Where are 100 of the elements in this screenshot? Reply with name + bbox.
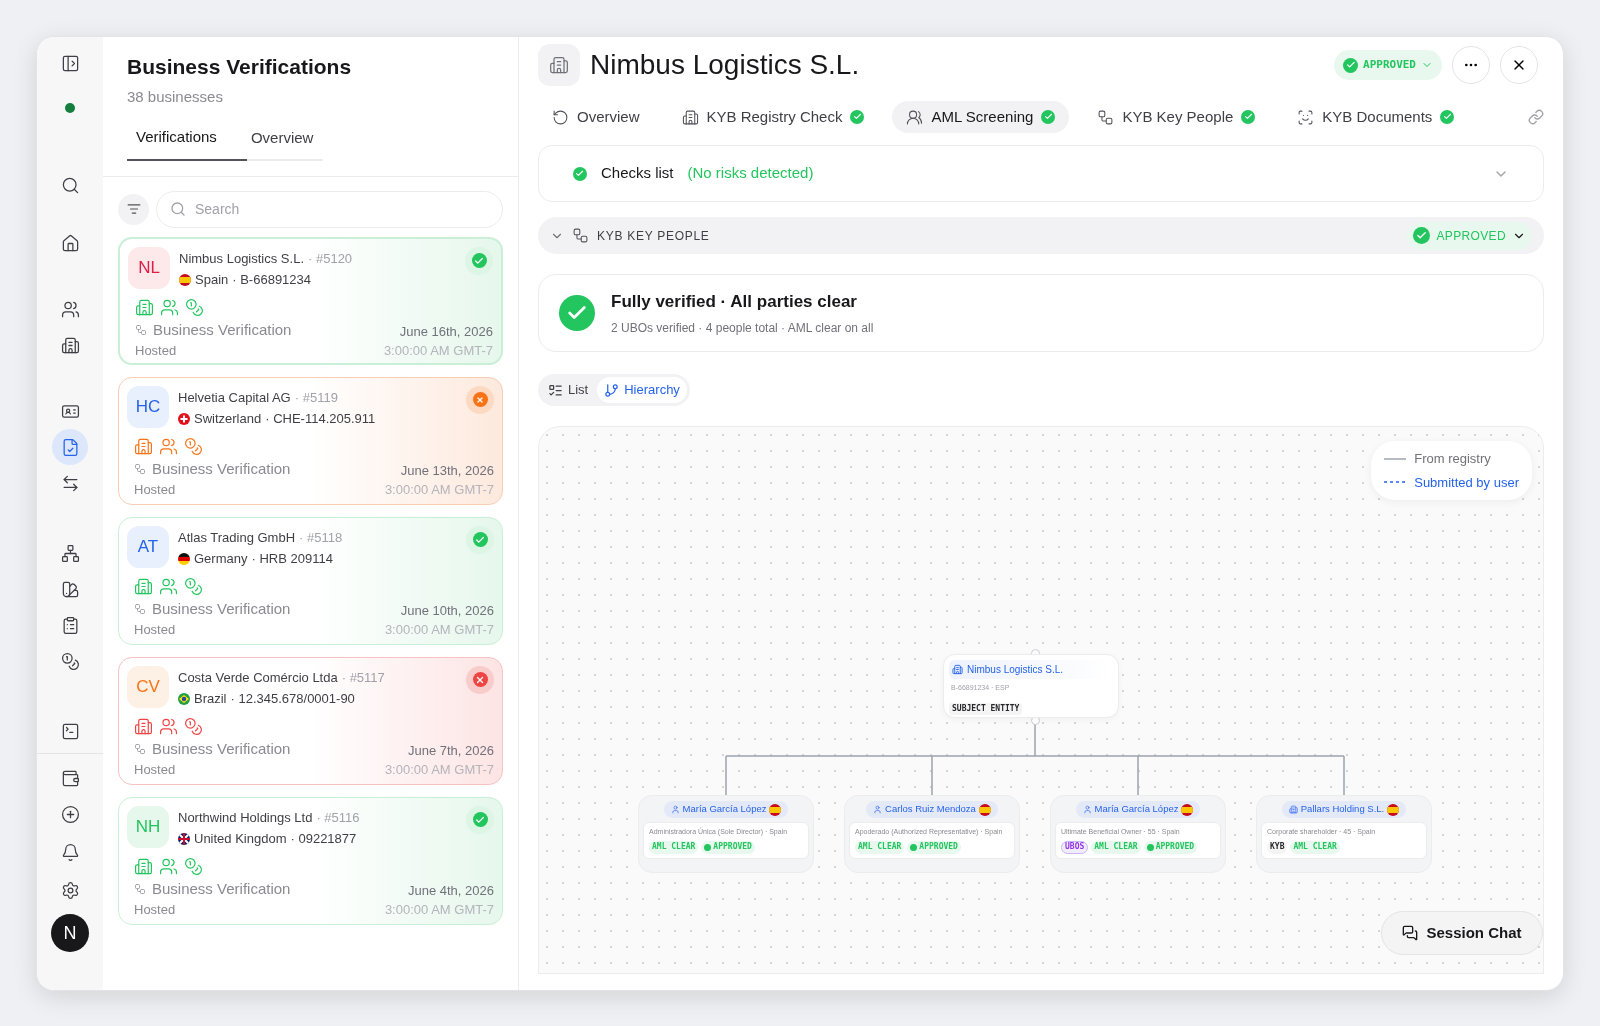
people-icon [159,436,178,456]
case-number: · #5116 [316,808,360,827]
wallet-icon [60,768,80,788]
coins-icon [184,576,203,596]
list-icon [548,382,563,398]
flag-icon [179,273,191,286]
search-icon [170,200,186,217]
verification-time: 3:00:00 AM GMT-7 [383,342,493,360]
verification-date: June 13th, 2026 [400,461,494,480]
building-icon [134,856,153,876]
view-toggle[interactable]: Hierarchy [597,377,687,403]
legend-label: Submitted by user [1414,473,1519,492]
link-icon[interactable] [1528,109,1544,125]
check-icon [704,843,712,851]
person-icon [873,805,883,814]
verification-type: Business Verification [153,319,292,340]
view-toggle[interactable]: List [541,377,596,403]
node-title: María García López [1094,802,1179,817]
flag-icon [178,832,190,845]
verification-card[interactable]: NH Northwind Holdings Ltd · #5116 United Kingdom · 09221877 Business Verification Hosted June 4th, 2026 3:00:00 AM GMT-7 [118,796,503,925]
refresh-icon [552,108,569,126]
list-tab[interactable]: Overview [246,126,318,161]
verification-date: June 4th, 2026 [407,881,494,900]
verification-time: 3:00:00 AM GMT-7 [384,481,494,499]
detail-tab[interactable]: KYB Documents [1283,101,1469,133]
dashed-line-icon [1384,480,1407,485]
hierarchy-icon [60,543,80,563]
coins-icon [184,856,203,876]
flag-icon [178,552,190,565]
verification-card[interactable]: NL Nimbus Logistics S.L. · #5120 Spain · B-66891234 Business Verification Hosted June 16th, 2026 3:00:00 AM GMT-7 [118,236,503,365]
coins-icon [60,651,80,671]
verification-card[interactable]: HC Helvetia Capital AG · #5119 Switzerland · CHE-114.205.911 Business Verification Hosted June 13th, 2026 3:00:00 AM GMT-7 [118,376,503,505]
checks-list-label: Checks list [601,163,674,184]
verification-time: 3:00:00 AM GMT-7 [384,901,494,919]
checks-list-panel[interactable]: Checks list (No risks detected) [538,145,1544,202]
summary-title: Fully verified · All parties clear [611,290,858,313]
status-tag: AML CLEAR [649,840,699,854]
person-icon [1082,805,1092,814]
country-label: Germany [194,550,248,568]
detail-tab[interactable]: KYB Registry Check [667,101,879,133]
section-header[interactable]: KYB KEY PEOPLE APPROVED [538,217,1544,254]
detail-title: Nimbus Logistics S.L. [590,48,860,82]
verification-time: 3:00:00 AM GMT-7 [384,761,494,779]
nav-button[interactable] [52,429,88,465]
search-icon [60,175,80,195]
coins-icon [184,716,203,736]
node-title: Carlos Ruiz Mendoza [885,802,976,817]
user-avatar[interactable]: N [51,914,89,952]
session-chat-button[interactable]: Session Chat [1381,911,1543,955]
search-field[interactable]: Search [156,190,503,228]
page-title: Business Verifications [127,54,353,80]
detail-tab[interactable]: AML Screening [892,101,1070,133]
country-label: Brazil [194,690,227,708]
page-subtitle: 38 businesses [127,86,224,107]
registration-number: · B-66891234 [232,271,312,289]
registration-number: · 12.345.678/0001-90 [230,690,355,708]
flag-icon [178,692,190,705]
list-tab[interactable]: Verifications [127,126,247,161]
checks-status-note: (No risks detected) [687,163,814,184]
verification-card[interactable]: AT Atlas Trading GmbH · #5118 Germany · HRB 209114 Business Verification Hosted June 10th, 2026 3:00:00 AM GMT-7 [118,516,503,645]
swatch-icon [60,579,80,599]
company-name: Northwind Holdings Ltd [178,808,313,827]
check-icon [1413,227,1431,244]
node-title: Pallars Holding S.L. [1300,802,1385,817]
flow-icon [134,882,146,895]
flow-icon [134,742,146,755]
summary-subtitle: 2 UBOs verified · 4 people total · AML clear on all [611,320,874,338]
coins-icon [184,436,203,456]
chat-icon [1402,925,1419,941]
flag-icon [1181,803,1194,816]
verification-type: Business Verification [152,738,291,759]
building-icon [1288,805,1298,814]
verified-check-icon [559,295,595,331]
node-title: María García López [682,802,767,817]
flow-icon [134,602,146,615]
people-icon [906,108,924,126]
company-logo-icon [538,44,580,86]
country-label: Spain [195,271,229,289]
verification-card[interactable]: CV Costa Verde Comércio Ltda · #5117 Brazil · 12.345.678/0001-90 Business Verification Hosted June 7th, 2026 3:00:00 AM GMT-7 [118,656,503,785]
building-icon [134,436,153,456]
settings-icon [60,880,80,900]
flow-icon [134,462,146,475]
detail-tab[interactable]: KYB Key People [1083,101,1270,133]
verification-type: Business Verification [152,458,291,479]
verification-mode: Hosted [134,761,177,779]
entity-tag: SUBJECT ENTITY [949,702,1023,715]
people-icon [159,716,178,736]
company-name: Costa Verde Comércio Ltda [178,668,338,687]
bell-icon [60,842,80,862]
status-tag: AML CLEAR [1290,840,1340,854]
network-icon [1097,108,1115,126]
check-icon [573,166,587,181]
verification-mode: Hosted [134,481,177,499]
terminal-icon [60,721,80,741]
detail-tab[interactable]: Overview [538,101,654,133]
sidebar-toggle-icon [60,53,80,73]
verification-time: 3:00:00 AM GMT-7 [384,621,494,639]
verification-mode: Hosted [134,621,177,639]
company-name: Nimbus Logistics S.L. [179,249,304,268]
country-label: United Kingdom [194,830,287,848]
